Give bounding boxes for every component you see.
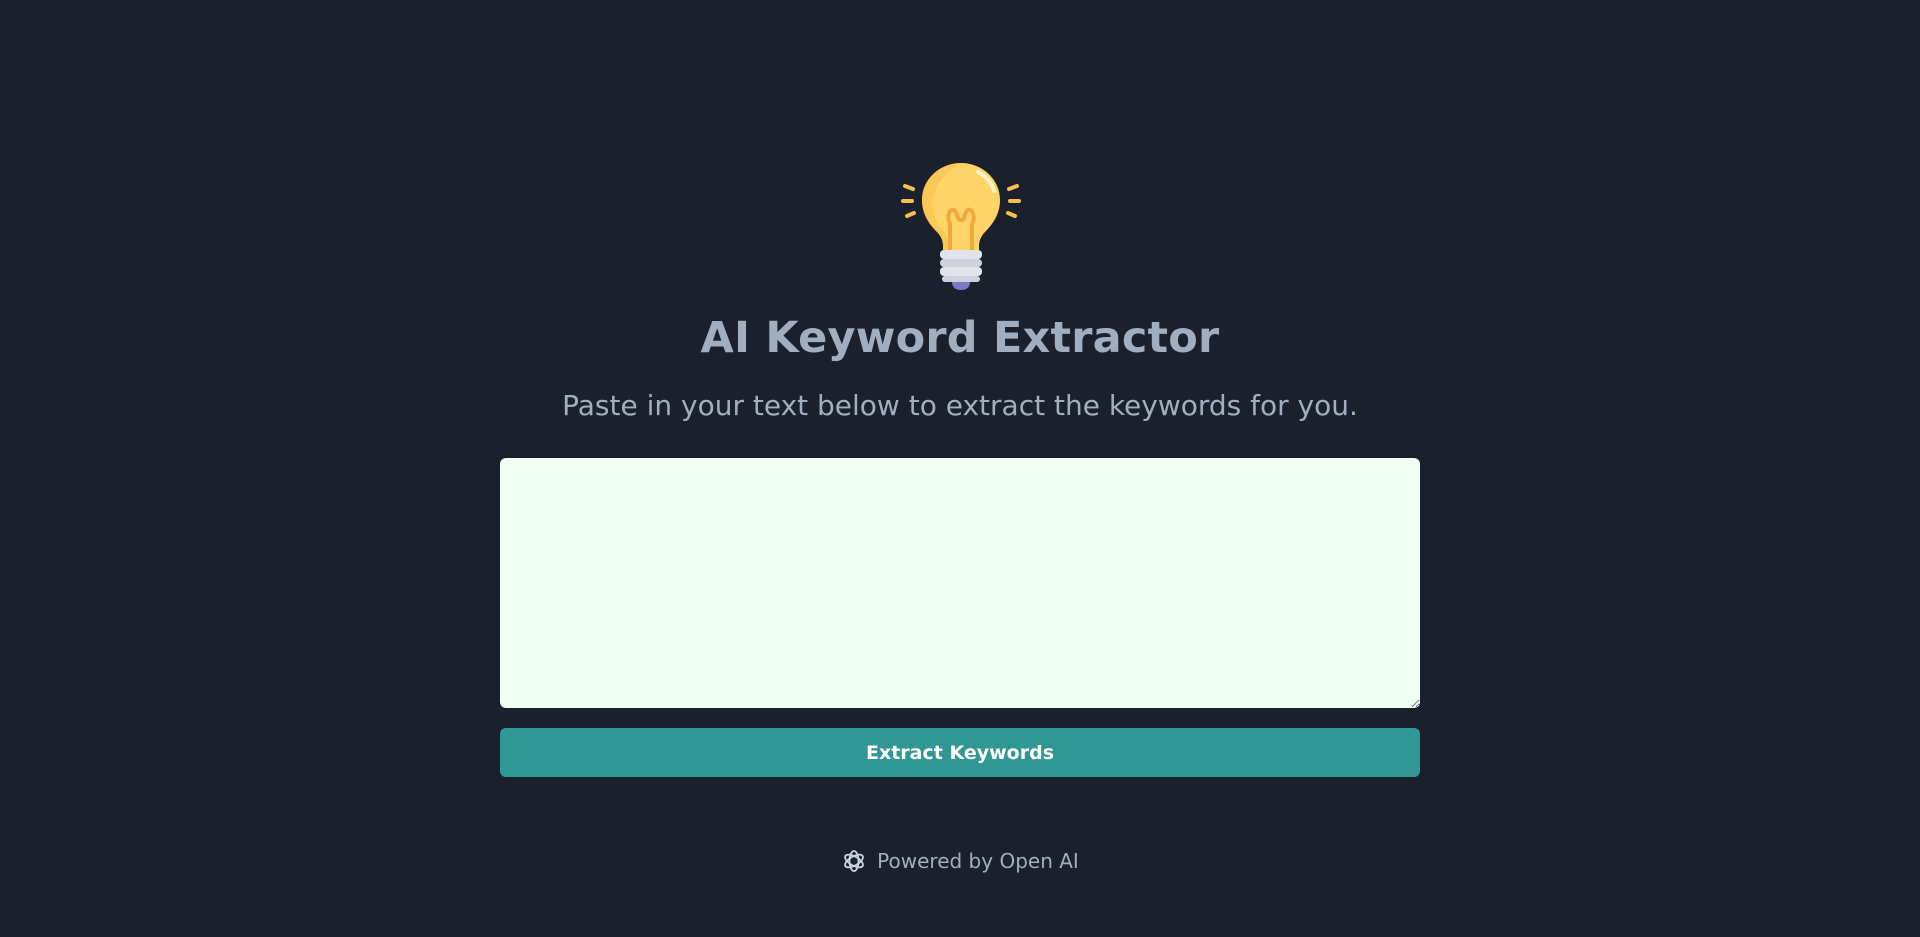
powered-by-link[interactable]: Powered by Open AI <box>877 849 1079 873</box>
text-input[interactable] <box>500 458 1420 708</box>
page-subtitle: Paste in your text below to extract the … <box>562 389 1358 422</box>
openai-icon <box>841 848 867 874</box>
extract-keywords-button[interactable]: Extract Keywords <box>500 728 1420 777</box>
page: AI Keyword Extractor Paste in your text … <box>0 0 1920 937</box>
lightbulb-icon <box>900 158 1022 290</box>
footer: Powered by Open AI <box>0 846 1920 876</box>
page-title: AI Keyword Extractor <box>700 313 1220 363</box>
